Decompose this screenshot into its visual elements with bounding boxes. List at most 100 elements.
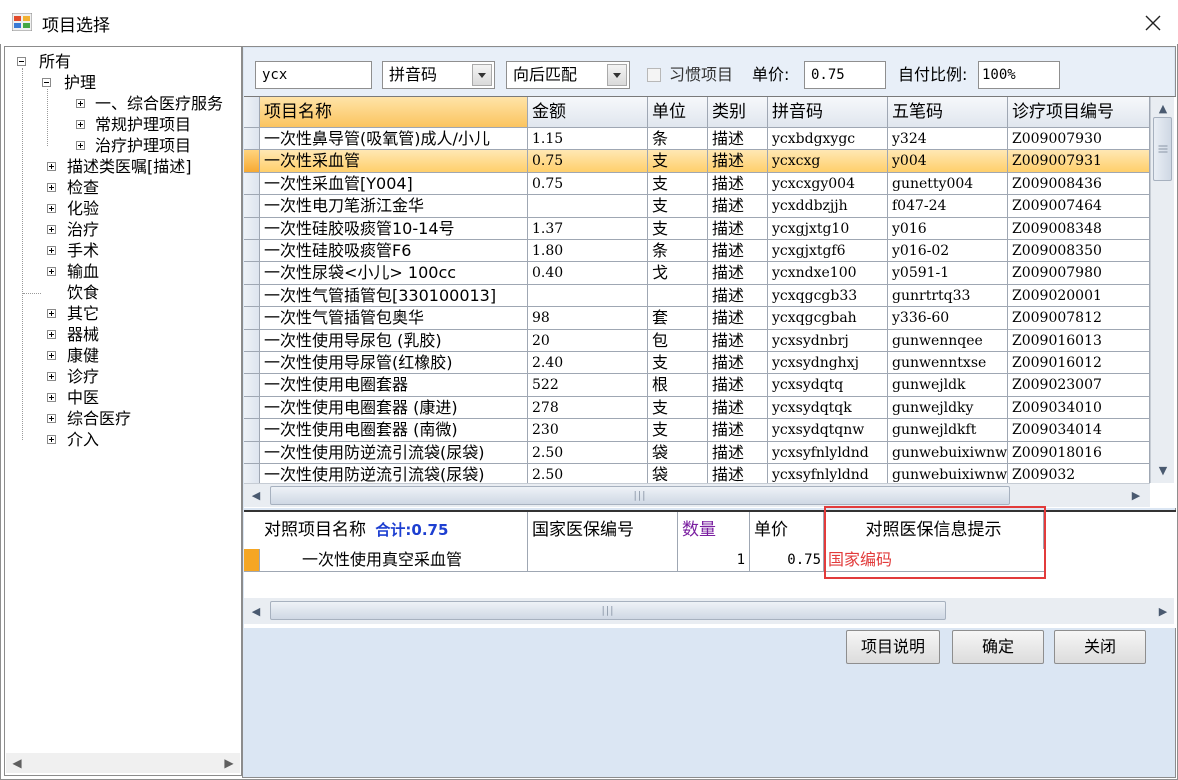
column-header-national-code[interactable]: 国家医保编号 [528, 512, 678, 549]
item-name-cell[interactable]: 一次性尿袋<小儿> 100cc [260, 262, 528, 285]
row-header[interactable] [244, 329, 260, 352]
amount-cell[interactable]: 20 [528, 329, 648, 352]
scroll-up-icon[interactable]: ▲ [1154, 99, 1172, 117]
category-cell[interactable]: 描述 [708, 307, 768, 330]
expand-icon[interactable] [76, 99, 85, 108]
category-cell[interactable]: 描述 [708, 329, 768, 352]
table-row[interactable]: 一次性使用电圈套器 522 根描述 ycxsydqtq gunwejldk Z009023… [244, 374, 1150, 397]
price-cell[interactable]: 0.75 [750, 549, 824, 572]
expand-icon[interactable] [47, 414, 56, 423]
table-row[interactable]: 一次性尿袋<小儿> 100cc 0.40 戈描述 ycxndxe100 y0591-1 Z… [244, 262, 1150, 285]
expand-icon[interactable] [47, 246, 56, 255]
horizontal-scroll-thumb[interactable]: ||| [270, 486, 1010, 505]
unit-cell[interactable]: 支 [648, 195, 708, 218]
amount-cell[interactable] [528, 284, 648, 308]
wubi-cell[interactable]: gunrtrtq33 [888, 284, 1008, 308]
amount-cell[interactable]: 1.15 [528, 128, 648, 151]
unit-cell[interactable]: 支 [648, 419, 708, 442]
pinyin-cell[interactable]: ycxcxg [768, 150, 888, 173]
match-mode-select[interactable]: 向后匹配 [506, 61, 630, 89]
wubi-cell[interactable]: gunwennqee [888, 329, 1008, 352]
table-row[interactable]: 一次性使用电圈套器 (南微) 230 支描述 ycxsydqtqnw gunwejldk… [244, 419, 1150, 442]
chevron-down-icon[interactable] [472, 64, 492, 86]
item-name-cell[interactable]: 一次性鼻导管(吸氧管)成人/小儿 [260, 128, 528, 151]
amount-cell[interactable] [528, 195, 648, 218]
code-cell[interactable]: Z009020001 [1008, 284, 1150, 308]
collapse-icon[interactable] [42, 78, 51, 87]
horizontal-scroll-thumb[interactable]: ||| [270, 601, 946, 620]
wubi-cell[interactable]: y016 [888, 217, 1008, 240]
item-name-cell[interactable]: 一次性采血管[Y004] [260, 172, 528, 196]
expand-icon[interactable] [47, 204, 56, 213]
quantity-cell[interactable]: 1 [678, 549, 750, 572]
national-code-cell[interactable] [528, 549, 678, 572]
wubi-cell[interactable]: y324 [888, 128, 1008, 151]
unit-cell[interactable]: 袋 [648, 441, 708, 464]
item-name-cell[interactable]: 一次性使用电圈套器 (南微) [260, 419, 528, 442]
code-cell[interactable]: Z009008436 [1008, 172, 1150, 196]
column-header-name[interactable]: 项目名称 [260, 97, 528, 128]
wubi-cell[interactable]: y016-02 [888, 240, 1008, 263]
amount-cell[interactable]: 2.40 [528, 352, 648, 375]
row-header[interactable] [244, 352, 260, 375]
amount-cell[interactable]: 522 [528, 374, 648, 397]
category-cell[interactable]: 描述 [708, 441, 768, 464]
item-name-cell[interactable]: 一次性气管插管包奥华 [260, 307, 528, 330]
expand-icon[interactable] [47, 372, 56, 381]
expand-icon[interactable] [47, 393, 56, 402]
tree-horizontal-scrollbar[interactable]: ◀ ▶ [6, 753, 240, 773]
unit-cell[interactable]: 支 [648, 352, 708, 375]
expand-icon[interactable] [47, 162, 56, 171]
wubi-cell[interactable]: gunwejldkft [888, 419, 1008, 442]
chevron-down-icon[interactable] [607, 64, 627, 86]
table-row[interactable]: 一次性气管插管包[330100013] 描述 ycxqgcgb33 gunrtrtq3… [244, 284, 1150, 308]
table-row[interactable]: 一次性采血管 0.75 支描述 ycxcxg y004 Z009007931 [244, 150, 1150, 173]
code-cell[interactable]: Z009034014 [1008, 419, 1150, 442]
table-row[interactable]: 一次性采血管[Y004] 0.75 支描述 ycxcxgy004 gunetty004 Z… [244, 172, 1150, 196]
category-cell[interactable]: 描述 [708, 150, 768, 173]
category-cell[interactable]: 描述 [708, 128, 768, 151]
scroll-right-icon[interactable]: ▶ [1154, 602, 1172, 620]
habit-item-checkbox[interactable] [647, 68, 661, 82]
pinyin-cell[interactable]: ycxgjxtg10 [768, 217, 888, 240]
amount-cell[interactable]: 1.80 [528, 240, 648, 263]
row-header[interactable] [244, 217, 260, 240]
item-name-cell[interactable]: 一次性使用电圈套器 [260, 374, 528, 397]
category-cell[interactable]: 描述 [708, 262, 768, 285]
row-header[interactable] [244, 441, 260, 464]
amount-cell[interactable]: 278 [528, 396, 648, 420]
wubi-cell[interactable]: gunwejldky [888, 396, 1008, 420]
category-cell[interactable]: 描述 [708, 217, 768, 240]
collapse-icon[interactable] [17, 57, 26, 66]
code-cell[interactable]: Z009023007 [1008, 374, 1150, 397]
row-header[interactable] [244, 128, 260, 151]
pinyin-cell[interactable]: ycxgjxtgf6 [768, 240, 888, 263]
expand-icon[interactable] [47, 435, 56, 444]
unit-cell[interactable]: 支 [648, 217, 708, 240]
amount-cell[interactable]: 98 [528, 307, 648, 330]
item-name-cell[interactable]: 一次性气管插管包[330100013] [260, 284, 528, 308]
row-header[interactable] [244, 150, 260, 173]
wubi-cell[interactable]: y336-60 [888, 307, 1008, 330]
column-header-pinyin[interactable]: 拼音码 [768, 97, 888, 128]
table-row[interactable]: 一次性使用导尿包 (乳胶) 20 包描述 ycxsydnbrj gunwennqee Z0… [244, 329, 1150, 352]
code-cell[interactable]: Z009008348 [1008, 217, 1150, 240]
scroll-left-icon[interactable]: ◀ [247, 486, 265, 504]
table-row[interactable]: 一次性鼻导管(吸氧管)成人/小儿 1.15 条描述 ycxbdgxygc y324 Z00… [244, 128, 1150, 151]
code-cell[interactable]: Z009007464 [1008, 195, 1150, 218]
category-cell[interactable]: 描述 [708, 374, 768, 397]
row-header[interactable] [244, 262, 260, 285]
column-header-unit[interactable]: 单位 [648, 97, 708, 128]
category-cell[interactable]: 描述 [708, 419, 768, 442]
expand-icon[interactable] [76, 120, 85, 129]
unit-cell[interactable]: 条 [648, 240, 708, 263]
pinyin-cell[interactable]: ycxsyfnlyldnd [768, 441, 888, 464]
wubi-cell[interactable]: gunwebuixiwnw [888, 441, 1008, 464]
wubi-cell[interactable]: y0591-1 [888, 262, 1008, 285]
unit-cell[interactable]: 支 [648, 150, 708, 173]
unit-cell[interactable]: 支 [648, 172, 708, 196]
pinyin-cell[interactable]: ycxddbzjjh [768, 195, 888, 218]
amount-cell[interactable]: 230 [528, 419, 648, 442]
pinyin-cell[interactable]: ycxqgcgb33 [768, 284, 888, 308]
scroll-left-icon[interactable]: ◀ [8, 754, 26, 772]
